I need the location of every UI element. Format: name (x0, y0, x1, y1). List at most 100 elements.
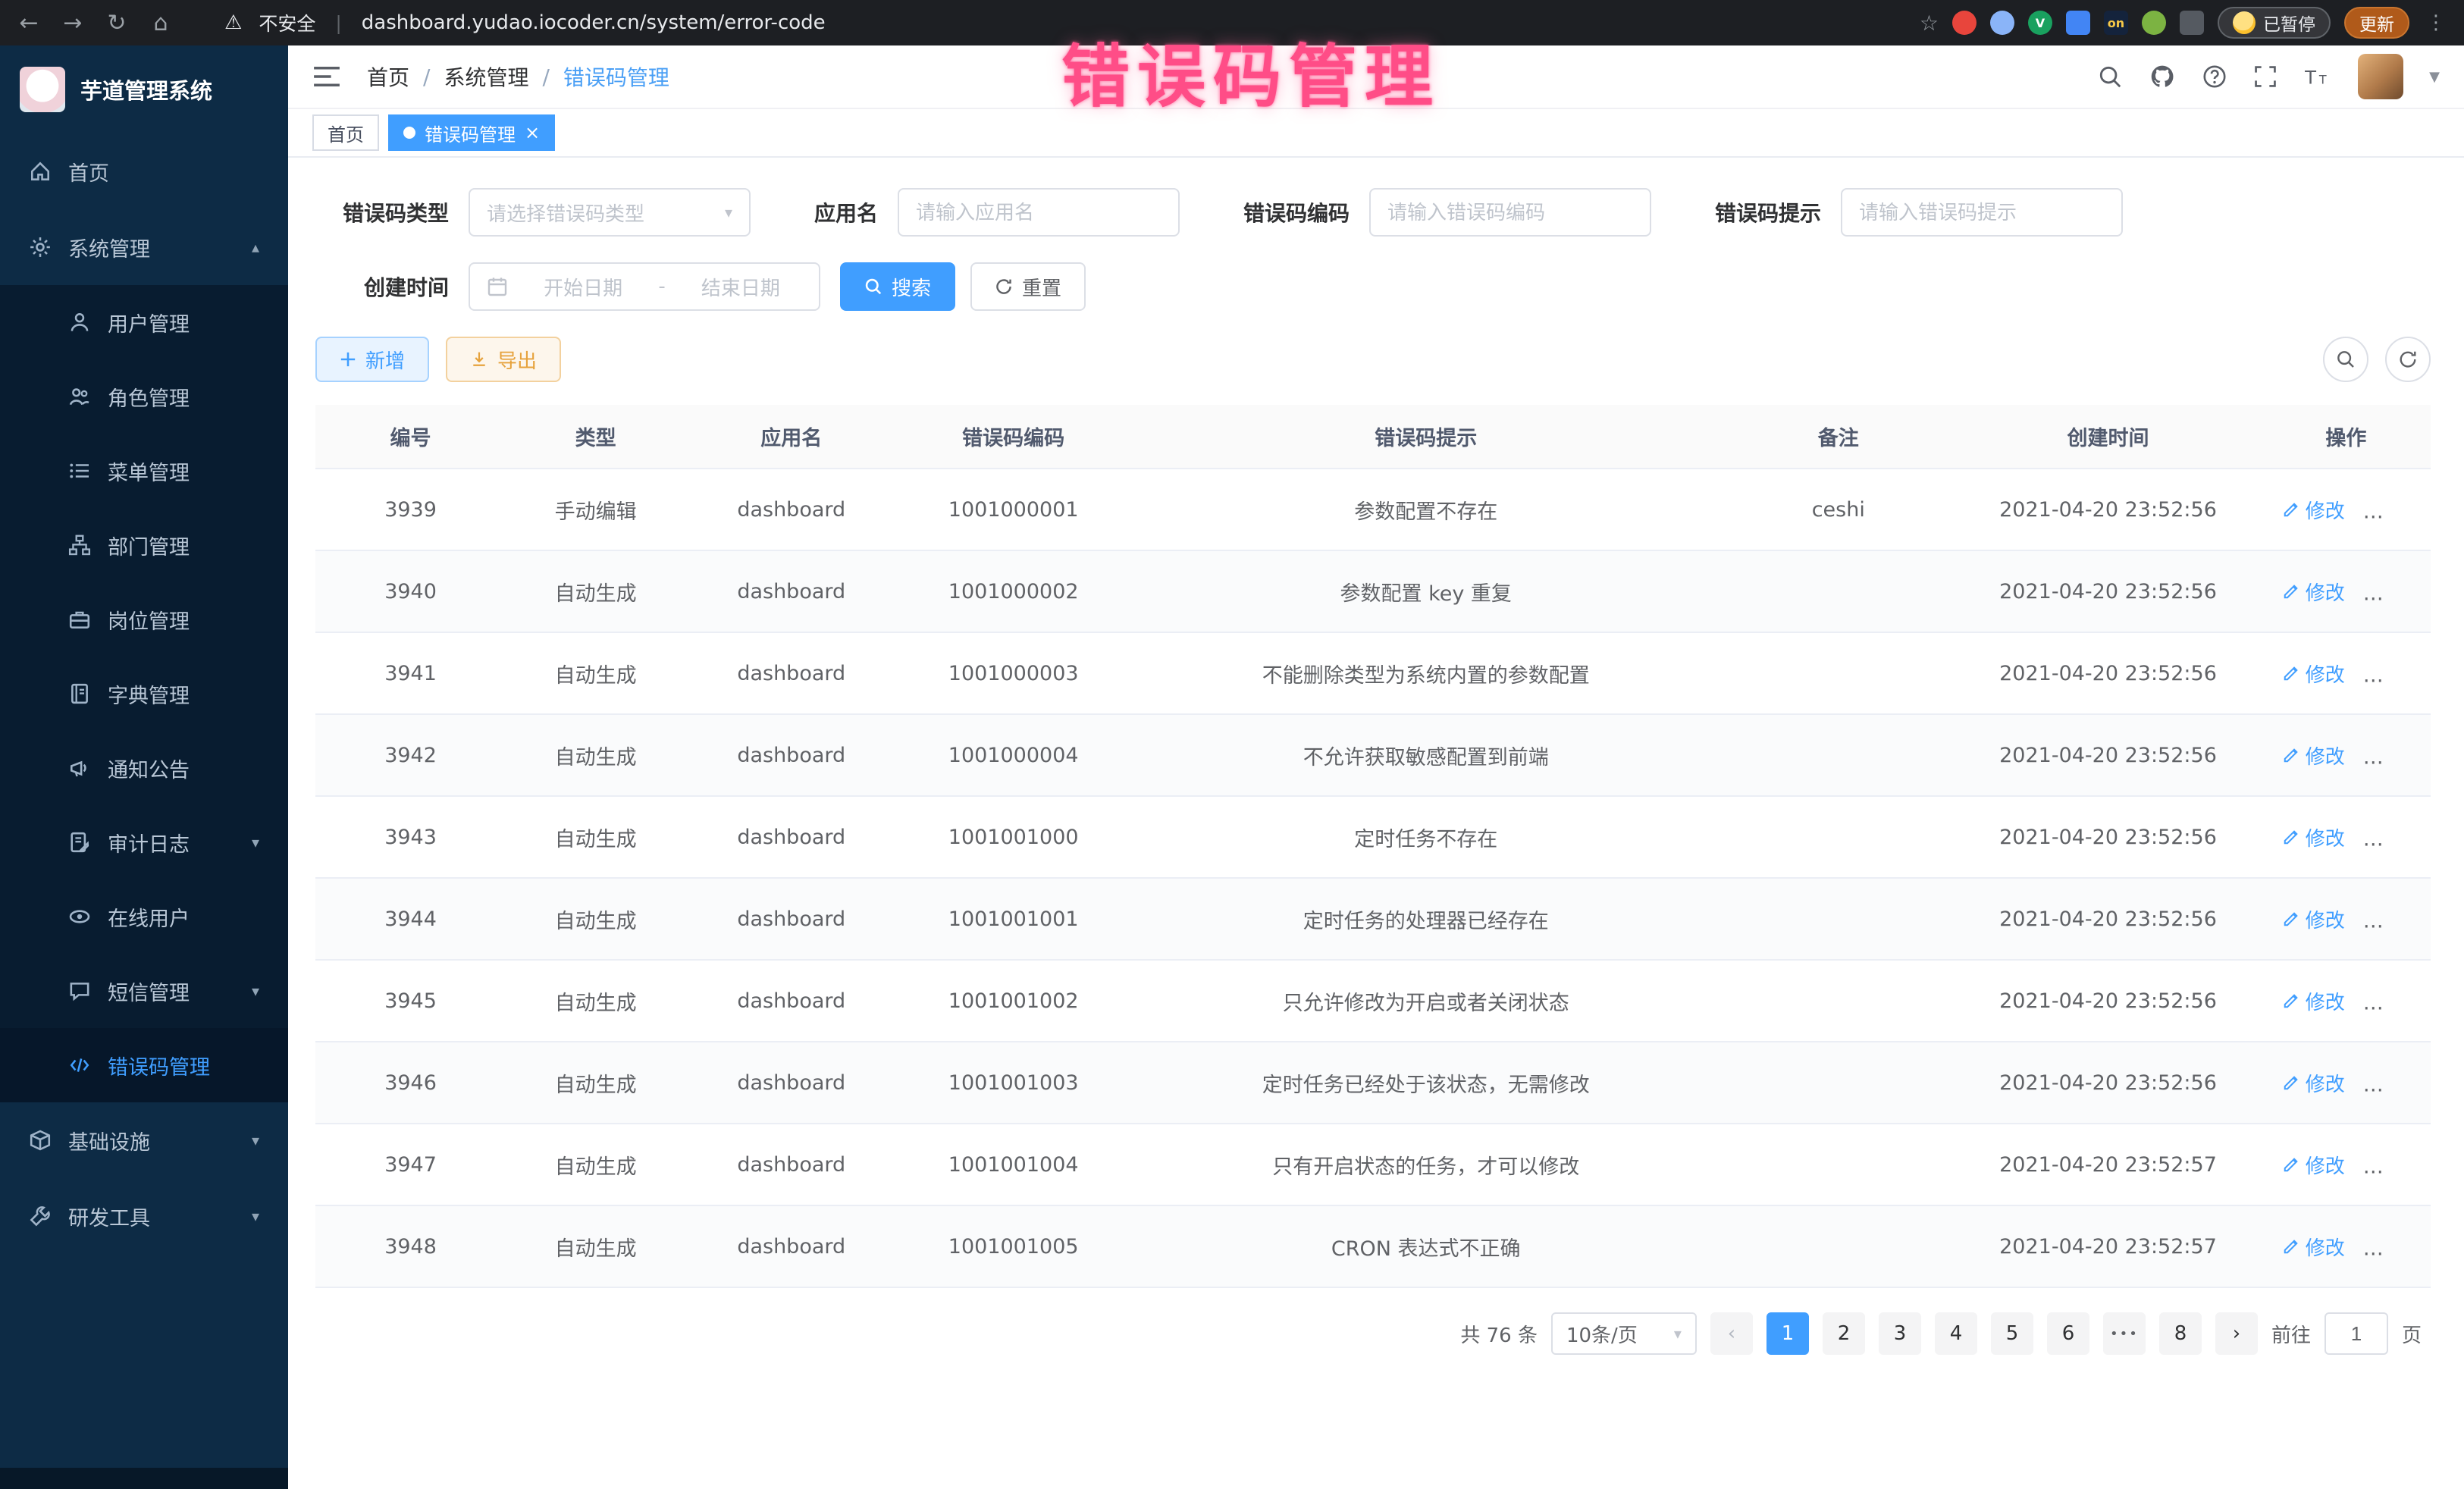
search-icon (864, 277, 882, 296)
column-header-time: 创建时间 (1955, 405, 2262, 469)
cell-memo: ceshi (1722, 469, 1955, 550)
page-button-8[interactable]: 8 (2159, 1312, 2202, 1355)
prev-page-button[interactable]: ‹ (1710, 1312, 1753, 1355)
page-button-6[interactable]: 6 (2047, 1312, 2089, 1355)
extension-red-icon[interactable] (1952, 11, 1977, 35)
app-name-input[interactable] (898, 188, 1180, 237)
extension-on-icon[interactable]: on (2104, 11, 2128, 35)
breadcrumb-item-home[interactable]: 首页 (367, 61, 409, 92)
edit-link[interactable]: 修改 (2283, 741, 2345, 770)
app-title: 芋道管理系统 (80, 74, 212, 105)
sidebar-item-menus[interactable]: 菜单管理 (0, 434, 288, 508)
tab-error-codes[interactable]: 错误码管理 × (388, 114, 555, 151)
extension-grid-icon[interactable] (2066, 11, 2090, 35)
browser-reload-icon[interactable]: ↻ (103, 10, 130, 36)
bookmark-star-icon[interactable]: ☆ (1920, 11, 1939, 36)
sidebar-item-roles[interactable]: 角色管理 (0, 359, 288, 434)
wrench-icon (29, 1205, 52, 1227)
toggle-search-button[interactable] (2323, 337, 2368, 382)
browser-home-icon[interactable]: ⌂ (147, 10, 174, 36)
sidebar-item-notices[interactable]: 通知公告 (0, 731, 288, 805)
gear-icon (29, 236, 52, 259)
calendar-icon (487, 276, 508, 297)
user-avatar[interactable] (2358, 54, 2403, 99)
sidebar-item-error-codes[interactable]: 错误码管理 (0, 1028, 288, 1102)
address-url[interactable]: dashboard.yudao.iocoder.cn/system/error-… (362, 11, 826, 34)
edit-icon (2283, 992, 2299, 1009)
cell-app: dashboard (685, 1124, 897, 1205)
cell-app: dashboard (685, 878, 897, 960)
cell-id: 3945 (315, 960, 506, 1042)
sidebar-item-home[interactable]: 首页 (0, 133, 288, 209)
browser-forward-icon[interactable]: → (59, 10, 86, 36)
edit-link[interactable]: 修改 (2283, 823, 2345, 851)
extension-puzzle-icon[interactable] (2180, 11, 2204, 35)
error-msg-input[interactable] (1841, 188, 2123, 237)
error-type-select[interactable]: 请选择错误码类型 ▾ (469, 188, 751, 237)
github-icon[interactable] (2149, 63, 2176, 90)
edit-link[interactable]: 修改 (2283, 1233, 2345, 1261)
eye-icon (68, 905, 91, 928)
cell-msg: 定时任务已经处于该状态，无需修改 (1130, 1042, 1722, 1124)
edit-link[interactable]: 修改 (2283, 578, 2345, 606)
fullscreen-icon[interactable] (2253, 64, 2277, 89)
security-warning-icon[interactable]: ⚠ (224, 11, 242, 34)
page-button-2[interactable]: 2 (1823, 1312, 1865, 1355)
sidebar-item-infrastructure[interactable]: 基础设施 ▾ (0, 1102, 288, 1178)
sidebar-item-dicts[interactable]: 字典管理 (0, 657, 288, 731)
search-button[interactable]: 搜索 (840, 262, 955, 311)
font-size-icon[interactable]: TT (2303, 65, 2332, 88)
sidebar-item-online-users[interactable]: 在线用户 (0, 879, 288, 954)
page-button-1[interactable]: 1 (1766, 1312, 1809, 1355)
error-code-input[interactable] (1369, 188, 1651, 237)
sidebar-item-users[interactable]: 用户管理 (0, 285, 288, 359)
sidebar-item-audit-logs[interactable]: 审计日志 ▾ (0, 805, 288, 879)
add-button[interactable]: 新增 (315, 337, 429, 382)
sidebar-item-system[interactable]: 系统管理 ▴ (0, 209, 288, 285)
extension-blue-icon[interactable] (1990, 11, 2014, 35)
browser-update-button[interactable]: 更新 (2344, 7, 2409, 39)
date-range-picker[interactable]: 开始日期 - 结束日期 (469, 262, 820, 311)
tab-home[interactable]: 首页 (312, 114, 379, 151)
chevron-down-icon: ▾ (252, 982, 259, 1000)
sidebar-item-label: 在线用户 (108, 902, 190, 932)
search-icon[interactable] (2097, 64, 2123, 89)
page-button-5[interactable]: 5 (1991, 1312, 2033, 1355)
column-header-code: 错误码编码 (897, 405, 1130, 469)
sidebar-collapse-bar[interactable] (0, 1468, 288, 1489)
hamburger-icon[interactable] (312, 65, 341, 88)
goto-page-input[interactable] (2324, 1312, 2388, 1355)
refresh-table-button[interactable] (2385, 337, 2431, 382)
reset-button[interactable]: 重置 (970, 262, 1086, 311)
next-page-button[interactable]: › (2215, 1312, 2258, 1355)
edit-icon (2283, 829, 2299, 845)
edit-link[interactable]: 修改 (2283, 660, 2345, 688)
close-icon[interactable]: × (525, 124, 540, 142)
help-icon[interactable] (2202, 64, 2227, 89)
edit-link[interactable]: 修改 (2283, 1151, 2345, 1179)
profile-paused-badge[interactable]: 已暂停 (2218, 7, 2331, 39)
browser-back-icon[interactable]: ← (15, 10, 42, 36)
export-button[interactable]: 导出 (446, 337, 561, 382)
extension-green-v-icon[interactable]: V (2028, 11, 2052, 35)
page-button-4[interactable]: 4 (1935, 1312, 1977, 1355)
edit-link[interactable]: 修改 (2283, 1069, 2345, 1097)
edit-link[interactable]: 修改 (2283, 905, 2345, 933)
page-button-3[interactable]: 3 (1879, 1312, 1921, 1355)
browser-menu-icon[interactable]: ⋮ (2426, 11, 2446, 34)
chevron-down-icon[interactable]: ▼ (2429, 69, 2440, 85)
table-row: 3943 自动生成 dashboard 1001001000 定时任务不存在 2… (315, 796, 2431, 878)
page-size-select[interactable]: 10条/页 ▾ (1551, 1312, 1697, 1355)
sidebar-item-dev-tools[interactable]: 研发工具 ▾ (0, 1178, 288, 1254)
pagination-ellipsis[interactable]: ••• (2103, 1312, 2146, 1355)
sidebar-item-departments[interactable]: 部门管理 (0, 508, 288, 582)
edit-link[interactable]: 修改 (2283, 496, 2345, 524)
edit-link[interactable]: 修改 (2283, 987, 2345, 1015)
sidebar-item-posts[interactable]: 岗位管理 (0, 582, 288, 657)
cell-actions: 修改删除 (2262, 960, 2431, 1042)
cell-memo (1722, 1124, 1955, 1205)
breadcrumb-item-system[interactable]: 系统管理 (444, 61, 528, 92)
sidebar-item-sms[interactable]: 短信管理 ▾ (0, 954, 288, 1028)
app-logo[interactable]: 芋道管理系统 (0, 45, 288, 133)
extension-leaf-icon[interactable] (2142, 11, 2166, 35)
